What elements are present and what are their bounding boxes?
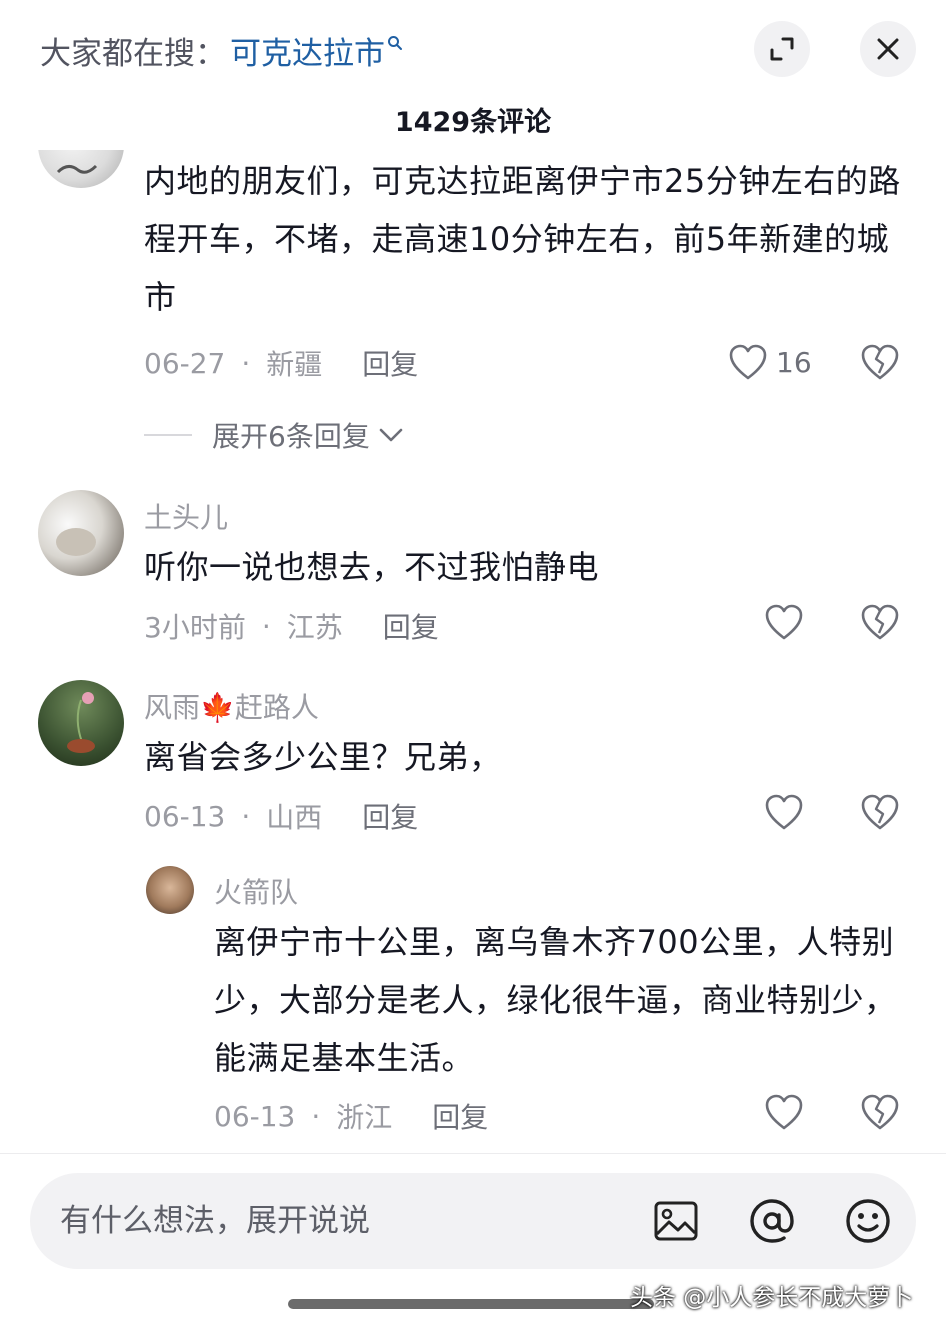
expand-icon [770,37,794,61]
reply-button[interactable]: 回复 [362,343,418,383]
comment-date: 06-27 [144,346,226,380]
avatar[interactable] [38,150,124,188]
input-divider [0,1153,946,1154]
avatar[interactable] [38,490,124,576]
comment-location: 新疆 [266,348,323,381]
reply-button[interactable]: 回复 [383,606,439,646]
comment-location: 江苏 [286,611,343,644]
image-button[interactable] [652,1197,700,1245]
reply-avatar[interactable] [146,866,194,914]
comment-input[interactable]: 有什么想法，展开说说 [30,1173,916,1269]
chevron-down-icon [379,428,403,442]
reply-button[interactable]: 回复 [432,1096,488,1136]
reply-date: 06-13 [214,1099,296,1133]
heart-icon [765,604,803,640]
comments-header: 大家都在搜： 可克达拉市 1429条评论 [0,0,946,150]
mention-button[interactable] [748,1197,796,1245]
comment-count-title: 1429条评论 [394,107,552,138]
reply-button[interactable]: 回复 [362,796,418,836]
like-button[interactable]: 16 [728,343,812,381]
image-icon [654,1201,698,1241]
emoji-button[interactable] [844,1197,892,1245]
comment-text: 离省会多少公里？兄弟， [144,738,502,776]
meta-separator: · [261,609,271,643]
like-count: 16 [776,345,812,379]
like-button[interactable] [764,1093,804,1131]
trending-search-prefix: 大家都在搜： [40,35,226,72]
at-icon [750,1199,794,1243]
comment-text: 听你一说也想去，不过我怕静电 [144,548,600,586]
reply-location: 浙江 [336,1101,393,1134]
meta-separator: · [311,1099,321,1133]
comment-input-placeholder: 有什么想法，展开说说 [60,1203,370,1239]
close-icon [877,38,899,60]
broken-heart-icon [861,344,899,380]
like-button[interactable] [764,793,804,831]
avatar[interactable] [38,680,124,766]
expand-replies-button[interactable]: 展开6条回复 [144,415,406,455]
home-indicator [288,1299,654,1309]
comment-username[interactable]: 风雨🍁赶路人 [144,686,319,726]
expand-divider [144,434,192,436]
comment-location: 山西 [266,801,323,834]
expand-replies-label: 展开6条回复 [212,420,370,453]
expand-button[interactable] [754,21,810,77]
broken-heart-icon [861,604,899,640]
comment-list[interactable]: 内地的朋友们，可克达拉距离伊宁市25分钟左右的路程开车，不堵，走高速10分钟左右… [0,150,946,1153]
comment-meta: 06-27 · 新疆 回复 [144,343,418,383]
emoji-icon [846,1199,890,1243]
close-button[interactable] [860,21,916,77]
comment-date: 06-13 [144,799,226,833]
dislike-button[interactable] [860,1093,900,1135]
comment-username[interactable]: 土头儿 [144,496,228,536]
reply-text: 离伊宁市十公里，离乌鲁木齐700公里，人特别少，大部分是老人，绿化很牛逼，商业特… [214,923,897,1077]
broken-heart-icon [861,794,899,830]
meta-separator: · [241,346,251,380]
reply-meta: 06-13 · 浙江 回复 [214,1096,488,1136]
dislike-button[interactable] [860,343,900,385]
watermark: 头条 @小人参长不成大萝卜 [630,1285,914,1311]
trending-search-term[interactable]: 可克达拉市 [230,28,385,73]
comment-meta: 06-13 · 山西 回复 [144,796,418,836]
trending-search[interactable]: 大家都在搜： 可克达拉市 [40,26,403,74]
heart-icon [765,1094,803,1130]
dislike-button[interactable] [860,793,900,835]
dislike-button[interactable] [860,603,900,645]
heart-icon [729,344,767,380]
comment-meta: 3小时前 · 江苏 回复 [144,606,439,646]
reply-username[interactable]: 火箭队 [214,871,298,911]
comment-date: 3小时前 [144,611,246,644]
search-icon [388,36,402,50]
meta-separator: · [241,799,251,833]
comment-text: 内地的朋友们，可克达拉距离伊宁市25分钟左右的路程开车，不堵，走高速10分钟左右… [144,162,901,316]
heart-icon [765,794,803,830]
broken-heart-icon [861,1094,899,1130]
like-button[interactable] [764,603,804,641]
